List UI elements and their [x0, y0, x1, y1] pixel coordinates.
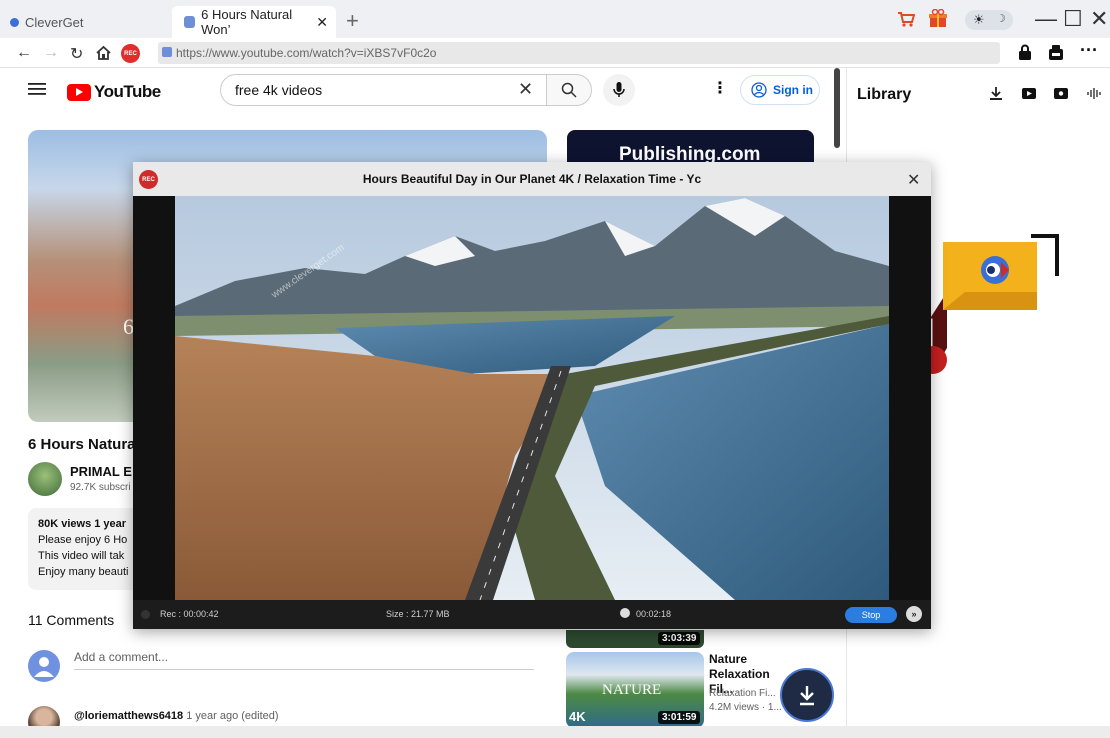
- channel-avatar[interactable]: [28, 462, 62, 496]
- cart-icon[interactable]: [897, 11, 915, 27]
- add-comment-input[interactable]: Add a comment...: [74, 650, 534, 670]
- recording-indicator-icon: [141, 610, 150, 619]
- tab-close-icon[interactable]: ✕: [316, 14, 328, 31]
- reload-icon[interactable]: ↻: [70, 44, 83, 64]
- recorder-close-icon[interactable]: ✕: [907, 170, 920, 190]
- download-button[interactable]: [780, 668, 834, 722]
- description-line: Enjoy many beauti: [38, 566, 129, 578]
- timer-icon: [620, 608, 630, 618]
- recommended-channel[interactable]: Relaxation Fi...: [709, 688, 776, 699]
- channel-name[interactable]: PRIMAL E: [70, 464, 132, 479]
- new-tab-button[interactable]: +: [346, 8, 359, 34]
- tab-label: 6 Hours Natural Won’: [201, 7, 293, 37]
- library-recording-icon[interactable]: [1054, 88, 1068, 99]
- clear-search-icon[interactable]: ✕: [518, 79, 533, 100]
- description-line: Please enjoy 6 Ho: [38, 534, 128, 546]
- user-avatar: [28, 650, 60, 682]
- recorder-footer: Rec : 00:00:42 Size : 21.77 MB 00:02:18 …: [133, 600, 931, 629]
- sign-in-label: Sign in: [773, 83, 813, 97]
- back-icon[interactable]: ←: [16, 44, 32, 62]
- moon-icon: ☽: [996, 13, 1006, 25]
- sign-in-button[interactable]: Sign in: [740, 75, 820, 105]
- youtube-logo[interactable]: YouTube: [67, 82, 161, 102]
- recording-size: Size : 21.77 MB: [386, 609, 450, 619]
- comment-header: @loriematthews6418 1 year ago (edited): [74, 710, 279, 722]
- recommended-meta: 4.2M views · 1...: [709, 702, 782, 713]
- page-scrollbar[interactable]: [834, 68, 840, 148]
- gift-icon[interactable]: [929, 9, 947, 28]
- cleverget-favicon-icon: [10, 17, 19, 27]
- description-line: This video will tak: [38, 550, 125, 562]
- youtube-play-icon: [67, 83, 91, 101]
- search-icon: [561, 82, 577, 98]
- comment-author[interactable]: @loriematthews6418: [74, 710, 183, 722]
- video-title: 6 Hours Natura: [28, 436, 136, 453]
- more-menu-icon[interactable]: ···: [1080, 40, 1098, 61]
- youtube-favicon-icon: [184, 16, 196, 28]
- incognito-icon[interactable]: [1048, 44, 1064, 61]
- status-strip: [0, 726, 1110, 738]
- library-download-icon[interactable]: [990, 86, 1002, 100]
- thumbnail-text: NATURE: [602, 682, 662, 698]
- voice-search-button[interactable]: [603, 74, 635, 106]
- recommended-thumbnail[interactable]: 3:03:39: [566, 630, 704, 648]
- search-button[interactable]: [546, 74, 592, 106]
- url-text: https://www.youtube.com/watch?v=iXBS7vF0…: [176, 46, 437, 60]
- forward-icon[interactable]: →: [43, 44, 59, 62]
- settings-dots-icon[interactable]: ⋮: [712, 78, 728, 98]
- tab-cleverget[interactable]: CleverGet: [10, 6, 170, 38]
- library-title: Library: [857, 86, 912, 103]
- library-audio-icon[interactable]: [1087, 88, 1101, 99]
- lock-icon[interactable]: [1018, 44, 1032, 61]
- stop-button[interactable]: Stop: [845, 607, 897, 623]
- recommended-thumbnail[interactable]: NATURE 4K 3:01:59: [566, 652, 704, 728]
- subscriber-count: 92.7K subscri: [70, 482, 131, 493]
- theme-toggle[interactable]: ☀ ☽: [965, 10, 1013, 30]
- search-input-value: free 4k videos: [235, 82, 323, 98]
- recording-timer: 00:02:18: [636, 609, 672, 619]
- tab-bar: CleverGet 6 Hours Natural Won’ ✕ + ☀ ☽ —…: [0, 0, 1110, 38]
- view-stats: 80K views 1 year: [38, 518, 127, 530]
- recorder-video-preview: www.cleverget.com: [175, 196, 889, 600]
- person-icon: [34, 657, 54, 677]
- video-duration: 3:03:39: [658, 632, 701, 645]
- library-video-icon[interactable]: [1022, 88, 1036, 99]
- record-button[interactable]: REC: [121, 44, 140, 63]
- account-icon: [751, 82, 767, 98]
- comments-count: 11 Comments: [28, 612, 115, 628]
- 4k-badge: 4K: [569, 709, 586, 724]
- search-input[interactable]: free 4k videos ✕: [220, 74, 548, 106]
- tab-label: CleverGet: [25, 14, 84, 30]
- video-duration: 3:01:59: [658, 711, 701, 724]
- recorder-title: Hours Beautiful Day in Our Planet 4K / R…: [362, 172, 702, 186]
- expand-icon[interactable]: »: [906, 606, 922, 622]
- home-icon[interactable]: [95, 45, 112, 61]
- maximize-icon[interactable]: ☐: [1063, 6, 1083, 32]
- youtube-logo-text: YouTube: [94, 82, 161, 101]
- comment-meta: 1 year ago (edited): [186, 710, 279, 722]
- hamburger-menu-icon[interactable]: [28, 82, 46, 96]
- recording-time: Rec : 00:00:42: [160, 609, 219, 619]
- video-description[interactable]: 80K views 1 year Please enjoy 6 Ho This …: [28, 508, 148, 590]
- recorder-header: REC Hours Beautiful Day in Our Planet 4K…: [133, 162, 931, 196]
- close-window-icon[interactable]: ✕: [1090, 6, 1108, 32]
- microphone-icon: [613, 82, 625, 97]
- minimize-icon[interactable]: —: [1035, 6, 1057, 32]
- sun-icon: ☀: [973, 12, 985, 27]
- tab-youtube[interactable]: 6 Hours Natural Won’ ✕: [172, 6, 336, 38]
- recorder-window[interactable]: REC Hours Beautiful Day in Our Planet 4K…: [133, 162, 931, 629]
- site-icon: [162, 47, 172, 57]
- url-field[interactable]: https://www.youtube.com/watch?v=iXBS7vF0…: [158, 42, 1000, 64]
- download-icon: [800, 686, 814, 706]
- landscape-frame: [175, 196, 889, 600]
